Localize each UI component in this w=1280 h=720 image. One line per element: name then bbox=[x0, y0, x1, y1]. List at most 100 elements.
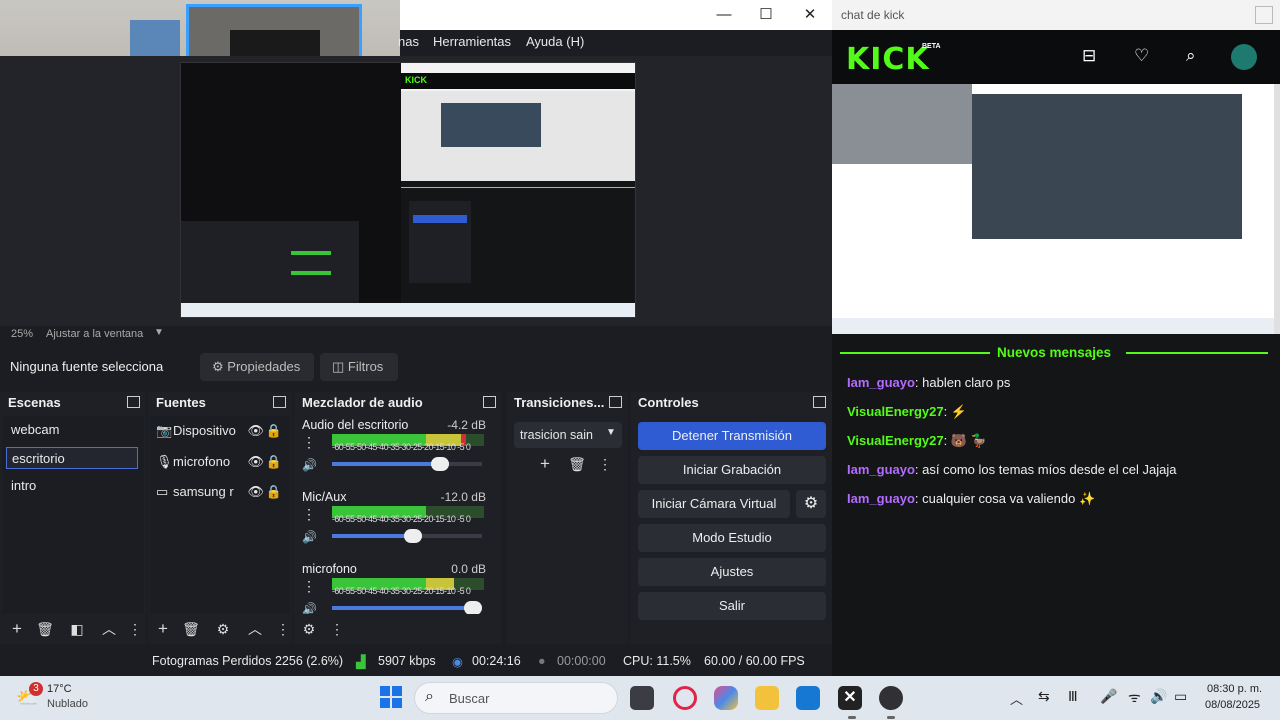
clock-date[interactable]: 08/08/2025 bbox=[1205, 699, 1260, 711]
speaker-icon[interactable]: 🔊 bbox=[302, 530, 317, 544]
search-box[interactable]: ⌕ Buscar bbox=[414, 682, 618, 714]
zoom-mode[interactable]: Ajustar a la ventana bbox=[46, 328, 143, 340]
transfer-icon[interactable]: ⇆ bbox=[1038, 688, 1050, 705]
eye-icon[interactable]: 👁 bbox=[247, 481, 264, 503]
source-item-microfono[interactable]: 🎙microfono 👁 🔒 bbox=[156, 451, 284, 473]
weather-desc[interactable]: Nublado bbox=[47, 698, 88, 710]
add-transition-icon[interactable]: + bbox=[534, 453, 556, 475]
battery-icon[interactable]: ▭ bbox=[1174, 688, 1187, 705]
filters-label: Filtros bbox=[347, 359, 384, 374]
file-explorer-icon[interactable] bbox=[755, 686, 779, 710]
search-icon[interactable]: ⌕ bbox=[1186, 46, 1196, 66]
wifi-icon[interactable]: ᯤ bbox=[1128, 688, 1141, 707]
scrollbar[interactable] bbox=[1274, 84, 1280, 334]
more-icon[interactable]: ⋮ bbox=[128, 618, 142, 640]
move-up-icon[interactable]: ︿ bbox=[244, 618, 266, 640]
maximize-button[interactable]: ☐ bbox=[744, 0, 788, 30]
chat-username[interactable]: Iam_guayo bbox=[847, 462, 915, 477]
more-icon[interactable]: ⋮ bbox=[330, 618, 344, 640]
slider-knob[interactable] bbox=[464, 601, 482, 614]
scene-filters-icon[interactable]: ◧ bbox=[66, 618, 88, 640]
remove-transition-icon[interactable]: 🗑 bbox=[566, 453, 588, 475]
eye-icon[interactable]: 👁 bbox=[247, 420, 264, 442]
undock-icon[interactable] bbox=[127, 396, 140, 408]
advanced-audio-icon[interactable]: ⚙ bbox=[298, 618, 320, 640]
speaker-icon[interactable]: 🔊 bbox=[302, 602, 317, 614]
weather-temp[interactable]: 17°C bbox=[47, 683, 72, 695]
scene-item-webcam[interactable]: webcam bbox=[6, 419, 138, 441]
source-settings-icon[interactable]: ⚙ bbox=[212, 618, 234, 640]
channel-menu-icon[interactable]: ⋮ bbox=[302, 578, 316, 595]
slider-knob[interactable] bbox=[404, 529, 422, 543]
heart-icon[interactable]: ♡ bbox=[1134, 46, 1149, 66]
browse-icon[interactable]: ⊟ bbox=[1082, 46, 1096, 66]
volume-slider[interactable] bbox=[332, 529, 482, 543]
more-icon[interactable]: ⋮ bbox=[276, 618, 290, 640]
minimize-button[interactable]: — bbox=[702, 0, 746, 30]
kick-logo[interactable]: KICK bbox=[846, 42, 930, 77]
equalizer-icon[interactable]: Ⅲ bbox=[1068, 688, 1078, 705]
store-icon[interactable] bbox=[796, 686, 820, 710]
add-scene-icon[interactable]: + bbox=[6, 618, 28, 640]
task-view-icon[interactable] bbox=[630, 686, 654, 710]
menu-item-ayuda[interactable]: Ayuda (H) bbox=[526, 34, 584, 49]
slider-knob[interactable] bbox=[431, 457, 449, 471]
filters-button[interactable]: ◫ Filtros bbox=[320, 353, 398, 381]
chat-username[interactable]: VisualEnergy27 bbox=[847, 433, 944, 448]
mixer-channel: Audio del escritorio -4.2 dB ⋮ 🔊 -60-55-50-4… bbox=[302, 418, 486, 472]
capcut-icon[interactable]: ✕ bbox=[838, 686, 862, 710]
undock-icon[interactable] bbox=[609, 396, 622, 408]
preview-obs-controls bbox=[409, 201, 471, 283]
studio-mode-button[interactable]: Modo Estudio bbox=[638, 524, 826, 552]
source-item-dispositivo[interactable]: 📷Dispositivo 👁 🔒 bbox=[156, 420, 284, 442]
add-source-icon[interactable]: + bbox=[152, 618, 174, 640]
source-item-samsung[interactable]: ▭ samsung r 👁 🔒 bbox=[156, 481, 284, 503]
volume-icon[interactable]: 🔊 bbox=[1150, 688, 1167, 705]
avatar[interactable] bbox=[1231, 44, 1257, 70]
transition-select[interactable]: trasicion sain ▼ bbox=[514, 422, 622, 448]
properties-button[interactable]: ⚙ Propiedades bbox=[200, 353, 314, 381]
undock-icon[interactable] bbox=[813, 396, 826, 408]
zoom-dropdown-icon[interactable]: ▼ bbox=[154, 327, 164, 338]
virtual-camera-settings-icon[interactable]: ⚙ bbox=[796, 490, 826, 518]
virtual-camera-button[interactable]: Iniciar Cámara Virtual bbox=[638, 490, 790, 518]
clock-time[interactable]: 08:30 p. m. bbox=[1207, 683, 1262, 695]
lock-icon[interactable]: 🔒 bbox=[266, 451, 282, 473]
remove-scene-icon[interactable]: 🗑 bbox=[34, 618, 56, 640]
close-button[interactable]: ✕ bbox=[788, 0, 832, 30]
start-recording-button[interactable]: Iniciar Grabación bbox=[638, 456, 826, 484]
lock-icon[interactable]: 🔒 bbox=[266, 420, 282, 442]
more-icon[interactable]: ⋮ bbox=[598, 453, 612, 475]
undock-icon[interactable] bbox=[483, 396, 496, 408]
menu-item-herramientas[interactable]: Herramientas bbox=[433, 34, 511, 49]
exit-button[interactable]: Salir bbox=[638, 592, 826, 620]
preview-canvas[interactable]: KICK bbox=[180, 62, 636, 318]
chat-message: Iam_guayo: cualquier cosa va valiendo ✨ bbox=[847, 491, 1095, 507]
chat-username[interactable]: VisualEnergy27 bbox=[847, 404, 944, 419]
volume-slider[interactable] bbox=[332, 601, 482, 614]
opera-icon[interactable] bbox=[673, 686, 697, 710]
chat-username[interactable]: Iam_guayo bbox=[847, 491, 915, 506]
lock-icon[interactable]: 🔒 bbox=[266, 481, 282, 503]
volume-slider[interactable] bbox=[332, 457, 482, 471]
scene-item-intro[interactable]: intro bbox=[6, 475, 138, 497]
undock-icon[interactable] bbox=[273, 396, 286, 408]
channel-menu-icon[interactable]: ⋮ bbox=[302, 434, 316, 451]
mic-icon[interactable]: 🎤 bbox=[1100, 688, 1117, 705]
stream-video-thumb bbox=[972, 94, 1242, 239]
scene-item-escritorio[interactable]: escritorio bbox=[6, 447, 138, 469]
copilot-icon[interactable] bbox=[714, 686, 738, 710]
remove-source-icon[interactable]: 🗑 bbox=[180, 618, 202, 640]
menu-item-herramientas-prev[interactable]: nas bbox=[398, 34, 419, 49]
chevron-up-icon[interactable]: ︿ bbox=[1010, 689, 1023, 708]
eye-icon[interactable]: 👁 bbox=[247, 451, 264, 473]
obs-icon[interactable] bbox=[879, 686, 903, 710]
start-icon[interactable] bbox=[380, 686, 402, 708]
maximize-button[interactable] bbox=[1255, 6, 1273, 24]
speaker-icon[interactable]: 🔊 bbox=[302, 458, 317, 472]
chat-username[interactable]: Iam_guayo bbox=[847, 375, 915, 390]
settings-button[interactable]: Ajustes bbox=[638, 558, 826, 586]
channel-menu-icon[interactable]: ⋮ bbox=[302, 506, 316, 523]
stop-streaming-button[interactable]: Detener Transmisión bbox=[638, 422, 826, 450]
move-up-icon[interactable]: ︿ bbox=[98, 618, 120, 640]
